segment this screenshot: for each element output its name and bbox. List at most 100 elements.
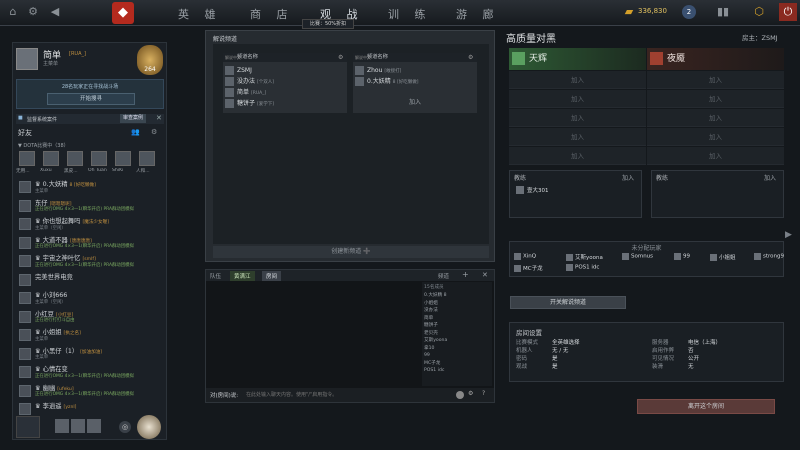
tab-room[interactable]: 房间 <box>262 271 282 281</box>
group-header[interactable]: ▼ DOTA比赛中（38） <box>18 142 69 149</box>
party-member[interactable]: 无用... <box>16 151 38 177</box>
party-member[interactable]: ShiKi <box>112 151 134 177</box>
dire-join-slot[interactable]: 加入 <box>647 90 784 108</box>
avatar[interactable] <box>16 48 38 70</box>
radiant-join-slot[interactable]: 加入 <box>509 147 646 165</box>
radiant-join-slot[interactable]: 加入 <box>509 90 646 108</box>
coach-join-button[interactable]: 加入 <box>622 173 634 182</box>
friend-row[interactable]: ♛ 宇宙之神叶忆 [smlf] 正在进行OMG 4×3—1(瞬华开启) PRA群动… <box>17 253 165 270</box>
join-channel-button[interactable]: 加入 <box>353 97 477 106</box>
gear-icon[interactable]: ⚙ <box>338 54 343 61</box>
member-item[interactable]: 没办法 <box>422 307 492 315</box>
invite-icon[interactable] <box>137 415 161 439</box>
member-item[interactable]: MC子龙 <box>422 360 492 368</box>
radiant-join-slot[interactable]: 加入 <box>509 128 646 146</box>
coach-label: 教练 <box>514 175 527 182</box>
friend-row[interactable]: ♛ 小姐姐 [执之名] 主菜单 <box>17 327 165 344</box>
member-item[interactable]: 99 <box>422 352 492 360</box>
settings-icon[interactable]: ⚙ <box>468 390 473 397</box>
notifications-icon[interactable]: 2 <box>682 5 696 19</box>
unassigned-player[interactable]: 艾斯yoona <box>566 253 603 261</box>
friend-row[interactable]: 东仔 [嗯嗯嗯呢] 正在进行OMG 4×3—1(瞬华开启) PRA群动团模拟 <box>17 198 165 215</box>
add-friend-icon[interactable]: 👥 <box>131 128 140 136</box>
unassigned-player[interactable]: Somnus <box>622 253 653 260</box>
party-member[interactable]: 黑皮... <box>64 151 86 177</box>
unassigned-player[interactable]: strong9 <box>754 253 784 260</box>
power-icon[interactable]: ⏻ <box>779 3 797 21</box>
dire-join-slot[interactable]: 加入 <box>647 128 784 146</box>
dota-logo[interactable]: ◆ <box>112 2 134 24</box>
setting-row: 机器人无 / 无 <box>516 346 646 354</box>
unassigned-player[interactable]: POS1 idc <box>566 264 599 271</box>
toggle-caster-channel-button[interactable]: 开关解说频道 <box>510 296 626 309</box>
start-search-button[interactable]: 开始搜寻 <box>47 93 135 105</box>
gear-icon[interactable]: ⚙ <box>468 54 473 61</box>
radiant-join-slot[interactable]: 加入 <box>509 109 646 127</box>
coach-join-button[interactable]: 加入 <box>764 173 776 182</box>
inventory-icon[interactable]: ▮▮ <box>716 5 730 19</box>
back-icon[interactable]: ◀ <box>48 5 62 19</box>
nav-arcade[interactable]: 游 廊 <box>456 6 500 22</box>
friend-tag: [魔法少女喔] <box>82 220 109 225</box>
guild-icon[interactable] <box>87 419 101 433</box>
member-item[interactable]: 小姐姐 <box>422 300 492 308</box>
add-icon[interactable]: + <box>462 270 469 279</box>
close-icon[interactable]: ✕ <box>156 114 162 122</box>
leave-room-button[interactable]: 离开这个房间 <box>637 399 775 414</box>
friend-row[interactable]: ♛ 小刘666 主菜单（空闲） <box>17 290 165 307</box>
nav-learn[interactable]: 训 练 <box>388 6 432 22</box>
member-item[interactable]: 0.大妖精 8 <box>422 292 492 300</box>
unassigned-player[interactable]: XinQ <box>514 253 536 260</box>
chat-input[interactable] <box>246 390 451 400</box>
close-icon[interactable]: ✕ <box>482 271 488 279</box>
player-slot-row: 加入 加入 <box>509 147 784 165</box>
member-item[interactable]: 艾斯yoona <box>422 337 492 345</box>
settings-icon[interactable]: ⚙ <box>151 128 157 136</box>
friend-row[interactable]: 完美世界电竞 <box>17 272 165 289</box>
member-item[interactable]: 老贝壳 <box>422 330 492 338</box>
friend-row[interactable]: ♛ 小黑仔（1） [加油加油] 主菜单 <box>17 346 165 363</box>
steam-icon[interactable]: ◎ <box>119 421 131 433</box>
channel-card-right[interactable]: 频道名称 解说中文 ⚙ Zhou [敢接打] 0.大妖精 8 [好吃懒做] 加入 <box>353 53 477 113</box>
tab-channel[interactable]: 黄满江 <box>230 271 255 281</box>
dire-join-slot[interactable]: 加入 <box>647 109 784 127</box>
friend-row[interactable]: ♛ 0.大妖精 8 [好吃懒做] 主菜单 <box>17 179 165 196</box>
radiant-header[interactable]: 天辉 <box>509 48 646 70</box>
friend-row[interactable]: 小红豆 [小红豆] 正在进行打打斗自由 <box>17 309 165 326</box>
unassigned-player[interactable]: 99 <box>674 253 690 260</box>
expand-arrow-icon[interactable]: ▶ <box>785 230 792 240</box>
member-item[interactable]: POS1 idc <box>422 367 492 375</box>
friend-row[interactable]: ♛ 幽幽 [ufeku] 正在进行OMG 4×3—1(瞬华开启) PRA群动团模拟 <box>17 383 165 400</box>
friend-row[interactable]: ♛ 你也想起舞吗 [魔法少女喔] 主菜单（空闲） <box>17 216 165 233</box>
sale-notice[interactable]: 比赛：50%折扣 <box>302 19 354 29</box>
channels-button[interactable]: 频道 <box>438 272 449 280</box>
party-icon[interactable] <box>71 419 85 433</box>
radiant-join-slot[interactable]: 加入 <box>509 71 646 89</box>
dire-join-slot[interactable]: 加入 <box>647 71 784 89</box>
nav-heroes[interactable]: 英 雄 <box>178 6 222 22</box>
nav-store[interactable]: 商 店 <box>250 6 294 22</box>
chat-icon[interactable] <box>55 419 69 433</box>
create-channel-button[interactable]: 创建新频道 ➕ <box>213 246 489 258</box>
tab-team[interactable]: 队伍 <box>210 272 221 280</box>
party-member[interactable]: Xuxu <box>40 151 62 177</box>
channel-card-left[interactable]: 频道名称 解说中文 ⚙ ZSMJ 没办法 [个双人] 简单 [RUA_] 糖饼子… <box>223 53 347 113</box>
dire-join-slot[interactable]: 加入 <box>647 147 784 165</box>
help-icon[interactable]: ? <box>482 390 485 397</box>
self-avatar[interactable] <box>16 416 40 438</box>
party-member[interactable]: Oh Tuan <box>88 151 110 177</box>
friend-row[interactable]: ♛ 大道不器 [唐唐唐唐] 正在进行OMG 4×3—1(瞬华开启) PRA群动团模… <box>17 235 165 252</box>
emoji-icon[interactable] <box>456 391 464 399</box>
gear-icon[interactable]: ⚙ <box>26 5 40 19</box>
member-item[interactable]: 糖饼子 <box>422 322 492 330</box>
dashboard-icon[interactable]: ⌂ <box>6 5 20 19</box>
unassigned-player[interactable]: 小姐姐 <box>710 253 736 261</box>
review-case-button[interactable]: 审查案例 <box>120 114 147 123</box>
battle-pass-icon[interactable]: ⬡ <box>752 5 766 19</box>
dire-header[interactable]: 夜魇 <box>647 48 784 70</box>
member-item[interactable]: 简单 <box>422 315 492 323</box>
member-item[interactable]: 拿10 <box>422 345 492 353</box>
party-member[interactable]: 人和... <box>136 151 158 177</box>
friend-row[interactable]: ♛ 心情在变 正在进行OMG 4×3—1(瞬华开启) PRA群动团模拟 <box>17 364 165 381</box>
unassigned-player[interactable]: MC子龙 <box>514 264 543 272</box>
